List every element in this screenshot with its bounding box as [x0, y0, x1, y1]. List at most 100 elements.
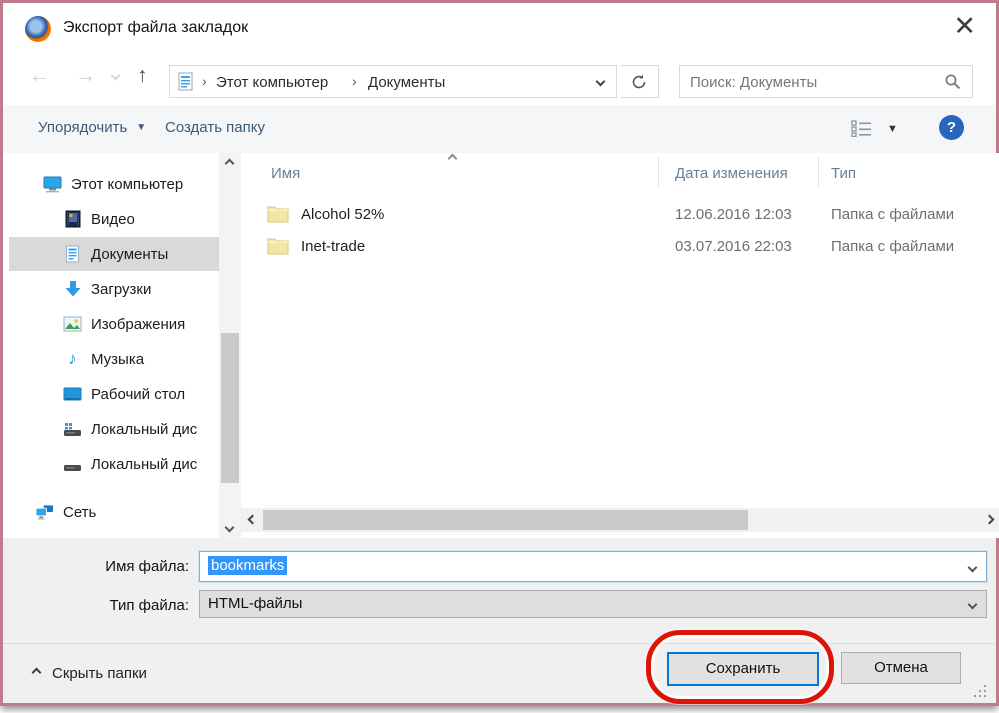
file-type-value: HTML-файлы — [208, 595, 303, 612]
file-name-dropdown-icon[interactable] — [967, 562, 978, 573]
sidebar-item-label: Локальный дис — [91, 455, 198, 473]
downloads-icon — [63, 280, 82, 298]
file-type-label: Тип файла: — [109, 597, 190, 614]
network-icon — [35, 503, 54, 521]
sidebar-item-network[interactable]: Сеть — [9, 495, 219, 529]
organize-menu-button[interactable]: Упорядочить ▼ — [38, 119, 146, 136]
forward-button[interactable]: → — [75, 65, 96, 86]
footer-divider — [3, 643, 996, 644]
back-button[interactable]: ← — [29, 65, 50, 86]
title-bar: Экспорт файла закладок ✕ — [3, 3, 996, 55]
view-dropdown-icon[interactable]: ▼ — [887, 123, 898, 135]
view-mode-button[interactable] — [851, 119, 877, 142]
list-view-icon — [851, 120, 871, 138]
window-title: Экспорт файла закладок — [63, 19, 249, 36]
bottom-panel: Имя файла: bookmarks Тип файла: HTML-фай… — [3, 538, 996, 703]
sidebar-item-local-disk-c[interactable]: Локальный дис — [9, 412, 219, 446]
folder-icon — [267, 237, 289, 260]
hide-folders-button[interactable]: Скрыть папки — [31, 665, 147, 682]
up-button[interactable]: ↑ — [137, 65, 148, 86]
save-dialog-window: Экспорт файла закладок ✕ ← → ↑ › Этот ко… — [0, 0, 999, 706]
documents-icon — [63, 245, 82, 263]
column-divider — [818, 157, 819, 187]
new-folder-button[interactable]: Создать папку — [165, 119, 265, 136]
refresh-icon — [632, 74, 646, 89]
sidebar-item-downloads[interactable]: Загрузки — [9, 272, 219, 306]
scroll-right-icon[interactable] — [984, 514, 995, 525]
column-header-type[interactable]: Тип — [831, 165, 856, 182]
search-placeholder: Поиск: Документы — [690, 74, 818, 91]
sidebar-item-label: Изображения — [91, 315, 186, 333]
search-icon[interactable] — [944, 73, 962, 96]
sidebar-item-label: Сеть — [63, 503, 97, 521]
breadcrumb-separator: › — [202, 73, 207, 89]
file-name-label: Имя файла: — [105, 558, 189, 575]
column-header-date[interactable]: Дата изменения — [675, 165, 788, 182]
horizontal-scrollbar-thumb[interactable] — [263, 510, 748, 530]
desktop-icon — [63, 385, 82, 403]
sidebar-scrollbar-thumb[interactable] — [221, 333, 239, 483]
file-list: Имя Дата изменения Тип Alcohol 52% 12.06… — [241, 153, 999, 538]
scroll-down-icon[interactable] — [224, 522, 235, 533]
sidebar-item-label: Рабочий стол — [91, 385, 186, 403]
sidebar-item-this-pc[interactable]: Этот компьютер — [9, 167, 219, 201]
file-name-value: bookmarks — [208, 556, 288, 575]
file-name: Alcohol 52% — [301, 206, 385, 223]
file-name-input[interactable]: bookmarks — [198, 550, 988, 583]
address-dropdown-icon[interactable] — [595, 76, 606, 87]
music-icon: ♪ — [68, 349, 77, 368]
sidebar-item-label: Локальный дис — [91, 420, 198, 438]
file-type-select[interactable]: HTML-файлы — [199, 590, 987, 618]
close-button[interactable]: ✕ — [953, 13, 976, 40]
scroll-left-icon[interactable] — [247, 514, 258, 525]
sidebar-item-documents[interactable]: Документы — [9, 237, 219, 271]
sort-ascending-icon — [447, 153, 458, 164]
sidebar-item-pictures[interactable]: Изображения — [9, 307, 219, 341]
local-disk-icon — [63, 455, 82, 473]
address-bar[interactable]: › Этот компьютер › Документы — [169, 65, 617, 98]
file-name: Inet-trade — [301, 238, 366, 255]
file-date: 12.06.2016 12:03 — [675, 206, 792, 223]
file-type: Папка с файлами — [831, 206, 955, 223]
folder-document-icon — [177, 72, 195, 97]
help-button[interactable]: ? — [939, 115, 964, 140]
column-divider — [658, 157, 659, 187]
breadcrumb-separator: › — [352, 73, 357, 89]
sidebar-item-label: Документы — [91, 245, 169, 263]
save-button[interactable]: Сохранить — [667, 652, 819, 686]
navigation-pane: Этот компьютер Видео Документы Загрузки … — [9, 153, 219, 538]
sidebar-item-desktop[interactable]: Рабочий стол — [9, 377, 219, 411]
organize-dropdown-icon: ▼ — [136, 122, 147, 133]
sidebar-item-label: Видео — [91, 210, 135, 228]
history-dropdown-icon[interactable] — [110, 70, 121, 81]
file-row-inet-trade[interactable]: Inet-trade 03.07.2016 22:03 Папка с файл… — [241, 231, 999, 263]
navigation-bar: ← → ↑ › Этот компьютер › Документы Поиск… — [3, 55, 996, 105]
column-header-name[interactable]: Имя — [271, 165, 300, 182]
video-icon — [63, 210, 82, 228]
sidebar-item-label: Загрузки — [91, 280, 152, 298]
horizontal-scrollbar[interactable] — [241, 508, 999, 532]
cancel-button[interactable]: Отмена — [841, 652, 961, 684]
search-input[interactable]: Поиск: Документы — [679, 65, 973, 98]
command-toolbar: Упорядочить ▼ Создать папку ▼ ? — [3, 105, 996, 153]
pictures-icon — [63, 315, 82, 333]
file-type-dropdown-icon[interactable] — [967, 599, 978, 610]
folder-icon — [267, 205, 289, 228]
computer-icon — [43, 175, 62, 193]
resize-grip[interactable] — [972, 683, 986, 697]
sidebar-item-local-disk-d[interactable]: Локальный дис — [9, 447, 219, 481]
sidebar-item-label: Музыка — [91, 350, 145, 368]
sidebar-item-video[interactable]: Видео — [9, 202, 219, 236]
chevron-up-icon — [31, 667, 42, 678]
sidebar-scrollbar[interactable] — [219, 153, 241, 538]
refresh-button[interactable] — [621, 65, 659, 98]
file-type: Папка с файлами — [831, 238, 955, 255]
sidebar-item-music[interactable]: ♪ Музыка — [9, 342, 219, 376]
firefox-icon — [25, 16, 51, 42]
breadcrumb-this-pc[interactable]: Этот компьютер — [216, 74, 328, 91]
sidebar-item-label: Этот компьютер — [71, 175, 184, 193]
breadcrumb-documents[interactable]: Документы — [368, 74, 445, 91]
local-disk-system-icon — [63, 420, 82, 438]
scroll-up-icon[interactable] — [224, 158, 235, 169]
file-row-alcohol[interactable]: Alcohol 52% 12.06.2016 12:03 Папка с фай… — [241, 199, 999, 231]
